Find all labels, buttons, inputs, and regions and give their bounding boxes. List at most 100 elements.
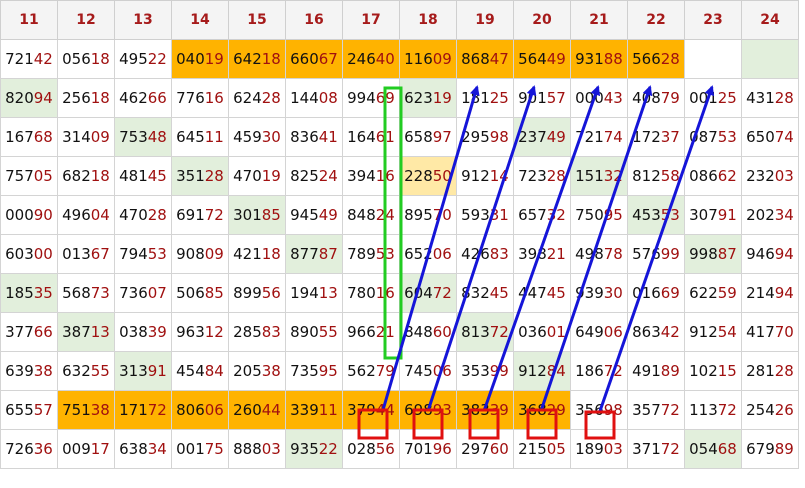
cell-digits-tail: 56 — [261, 284, 281, 302]
cell-digits-lead: 417 — [746, 323, 775, 341]
cell-digits-tail: 26 — [774, 401, 794, 419]
cell-digits-tail: 06 — [432, 362, 452, 380]
cell-digits-tail: 21 — [375, 323, 395, 341]
cell-digits-tail: 61 — [375, 128, 395, 146]
table-cell: 56279 — [342, 351, 400, 391]
cell-digits-lead: 116 — [404, 50, 433, 68]
cell-digits-lead: 356 — [575, 401, 604, 419]
table-cell: 49878 — [570, 234, 628, 274]
cell-digits-lead: 701 — [404, 440, 433, 458]
cell-digits-lead: 339 — [290, 401, 319, 419]
cell-digits-lead: 000 — [575, 89, 604, 107]
table-cell: 00917 — [57, 429, 115, 469]
table-cell: 83245 — [456, 273, 514, 313]
table-cell: 05468 — [684, 429, 742, 469]
cell-digits-lead: 652 — [404, 245, 433, 263]
table-cell: 08753 — [684, 117, 742, 157]
cell-digits-tail: 68 — [33, 128, 53, 146]
cell-digits-lead: 202 — [746, 206, 775, 224]
cell-digits-tail: 19 — [204, 50, 224, 68]
cell-digits-lead: 215 — [518, 440, 547, 458]
cell-digits-lead: 751 — [62, 401, 91, 419]
table-cell: 94549 — [285, 195, 343, 235]
table-cell: 93522 — [285, 429, 343, 469]
cell-digits-tail: 55 — [318, 323, 338, 341]
table-cell: 64218 — [228, 39, 286, 79]
cell-digits-tail: 44 — [375, 401, 395, 419]
cell-digits-tail: 28 — [546, 167, 566, 185]
table-row: 72636 00917 63834 00175 88803 93522 02856 70196… — [0, 429, 799, 469]
table-cell: 68218 — [57, 156, 115, 196]
cell-digits-tail: 94 — [774, 245, 794, 263]
cell-digits-lead: 698 — [404, 401, 433, 419]
table-cell: 35698 — [570, 390, 628, 430]
cell-digits-lead: 036 — [518, 323, 547, 341]
cell-digits-tail: 72 — [603, 362, 623, 380]
table-cell: 65557 — [0, 390, 58, 430]
cell-digits-tail: 30 — [603, 284, 623, 302]
cell-digits-tail: 38 — [33, 362, 53, 380]
cell-digits-tail: 17 — [90, 440, 110, 458]
table-cell: 62259 — [684, 273, 742, 313]
cell-digits-lead: 912 — [461, 167, 490, 185]
table-cell: 23749 — [513, 117, 571, 157]
table-cell: 88803 — [228, 429, 286, 469]
column-header: 20 — [513, 0, 571, 40]
cell-digits-tail: 28 — [204, 167, 224, 185]
cell-digits-lead: 812 — [632, 167, 661, 185]
cell-digits-lead: 757 — [5, 167, 34, 185]
table-cell: 81258 — [627, 156, 685, 196]
table-cell: 30185 — [228, 195, 286, 235]
cell-digits-lead: 426 — [461, 245, 490, 263]
cell-digits-lead: 750 — [575, 206, 604, 224]
cell-digits-lead: 908 — [176, 245, 205, 263]
cell-digits-tail: 01 — [546, 323, 566, 341]
cell-digits-tail: 72 — [204, 206, 224, 224]
table-cell: 86342 — [627, 312, 685, 352]
cell-digits-tail: 05 — [546, 440, 566, 458]
cell-digits-tail: 43 — [603, 89, 623, 107]
cell-digits-tail: 66 — [147, 89, 167, 107]
cell-digits-lead: 963 — [176, 323, 205, 341]
cell-digits-tail: 11 — [204, 128, 224, 146]
cell-digits-tail: 53 — [660, 206, 680, 224]
cell-digits-tail: 94 — [774, 284, 794, 302]
cell-digits-lead: 102 — [689, 362, 718, 380]
cell-digits-lead: 379 — [347, 401, 376, 419]
cell-digits-tail: 32 — [546, 206, 566, 224]
cell-digits-tail: 60 — [489, 440, 509, 458]
column-header: 22 — [627, 0, 685, 40]
table-cell: 15132 — [570, 156, 628, 196]
table-cell: 89956 — [228, 273, 286, 313]
table-cell: 39821 — [513, 234, 571, 274]
table-cell: 20234 — [741, 195, 799, 235]
table-cell: 72174 — [570, 117, 628, 157]
column-header: 17 — [342, 0, 400, 40]
cell-digits-lead: 658 — [404, 128, 433, 146]
cell-digits-lead: 721 — [575, 128, 604, 146]
table-cell — [684, 39, 742, 79]
cell-digits-lead: 295 — [461, 128, 490, 146]
cell-digits-tail: 35 — [33, 284, 53, 302]
cell-digits-tail: 53 — [717, 128, 737, 146]
cell-digits-tail: 72 — [489, 323, 509, 341]
cell-digits-tail: 14 — [489, 167, 509, 185]
table-cell: 35128 — [171, 156, 229, 196]
table-cell: 00043 — [570, 78, 628, 118]
column-header: 12 — [57, 0, 115, 40]
cell-digits-lead: 151 — [575, 167, 604, 185]
cell-digits-lead: 491 — [632, 362, 661, 380]
cell-digits-lead: 453 — [632, 206, 661, 224]
table-cell: 72636 — [0, 429, 58, 469]
cell-digits-lead: 001 — [689, 89, 718, 107]
table-cell: 10215 — [684, 351, 742, 391]
cell-digits-tail: 15 — [717, 362, 737, 380]
table-cell: 69172 — [171, 195, 229, 235]
table-cell: 37172 — [627, 429, 685, 469]
cell-digits-lead: 353 — [461, 362, 490, 380]
cell-digits-lead: 994 — [347, 89, 376, 107]
table-cell: 03839 — [114, 312, 172, 352]
cell-digits-tail: 72 — [660, 401, 680, 419]
table-cell: 25426 — [741, 390, 799, 430]
cell-digits-tail: 09 — [90, 128, 110, 146]
